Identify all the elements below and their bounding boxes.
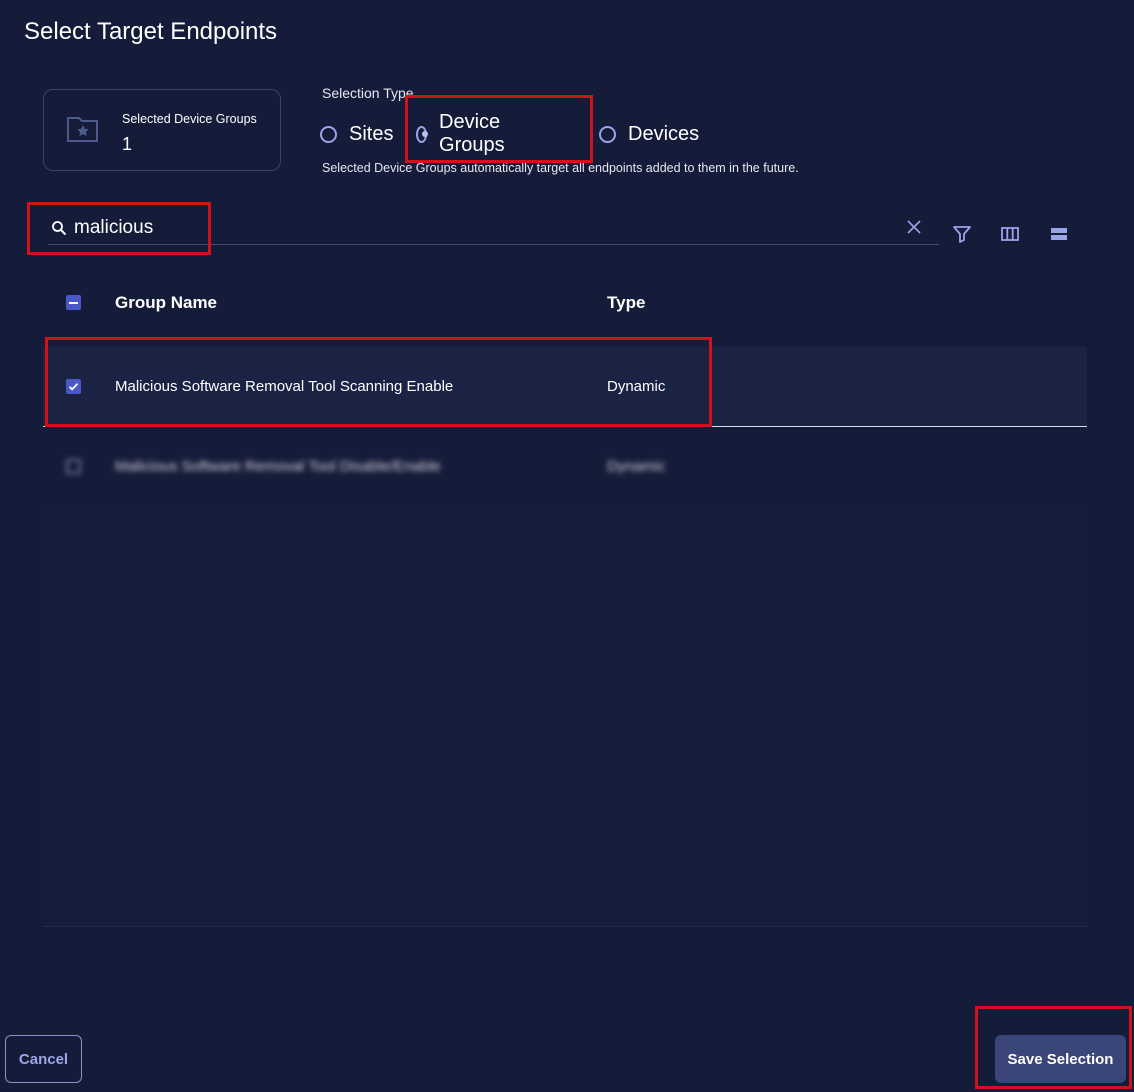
select-all-checkbox[interactable] [66,295,81,310]
columns-icon[interactable] [1000,224,1020,244]
type-cell: Dynamic [607,378,666,395]
search-input[interactable] [74,215,854,241]
cancel-button[interactable]: Cancel [5,1035,82,1083]
group-name-cell: Malicious Software Removal Tool Disable/… [115,458,441,475]
close-icon[interactable] [907,220,921,234]
row-checkbox[interactable] [66,459,81,474]
table-row[interactable]: Malicious Software Removal Tool Disable/… [43,427,1087,507]
selection-helper-text: Selected Device Groups automatically tar… [322,161,799,175]
radio-circle-icon [416,125,428,143]
radio-label: Device Groups [439,111,505,156]
radio-label: Sites [349,122,394,145]
group-name-cell: Malicious Software Removal Tool Scanning… [115,378,454,395]
radio-devices[interactable]: Devices [599,121,699,147]
radio-sites[interactable]: Sites [320,121,393,147]
selected-groups-card: Selected Device Groups 1 [43,89,281,171]
density-icon[interactable] [1049,224,1069,244]
type-cell: Dynamic [607,458,666,475]
dialog-title: Select Target Endpoints [24,18,278,45]
search-icon [52,221,67,236]
selection-type-label: Selection Type [322,85,414,101]
table-empty-area [43,507,1087,926]
radio-label: Devices [628,122,700,145]
selected-groups-count: 1 [122,134,133,154]
selected-groups-label: Selected Device Groups [122,112,257,126]
table-row[interactable]: Malicious Software Removal Tool Scanning… [43,347,1087,427]
table-header: Group Name Type [43,263,1087,343]
folder-star-icon [67,117,98,142]
row-checkbox[interactable] [66,379,81,394]
column-header-type[interactable]: Type [607,293,645,313]
search-bar [48,211,939,245]
radio-circle-icon [320,125,337,143]
save-selection-button[interactable]: Save Selection [995,1035,1126,1083]
checkmark-icon [68,383,79,391]
radio-circle-icon [599,125,616,143]
radio-device-groups[interactable]: Device Groups [416,111,511,156]
device-groups-table: Group Name Type Malicious Software Remov… [43,263,1087,927]
column-header-group-name[interactable]: Group Name [115,293,217,313]
filter-icon[interactable] [952,224,972,244]
